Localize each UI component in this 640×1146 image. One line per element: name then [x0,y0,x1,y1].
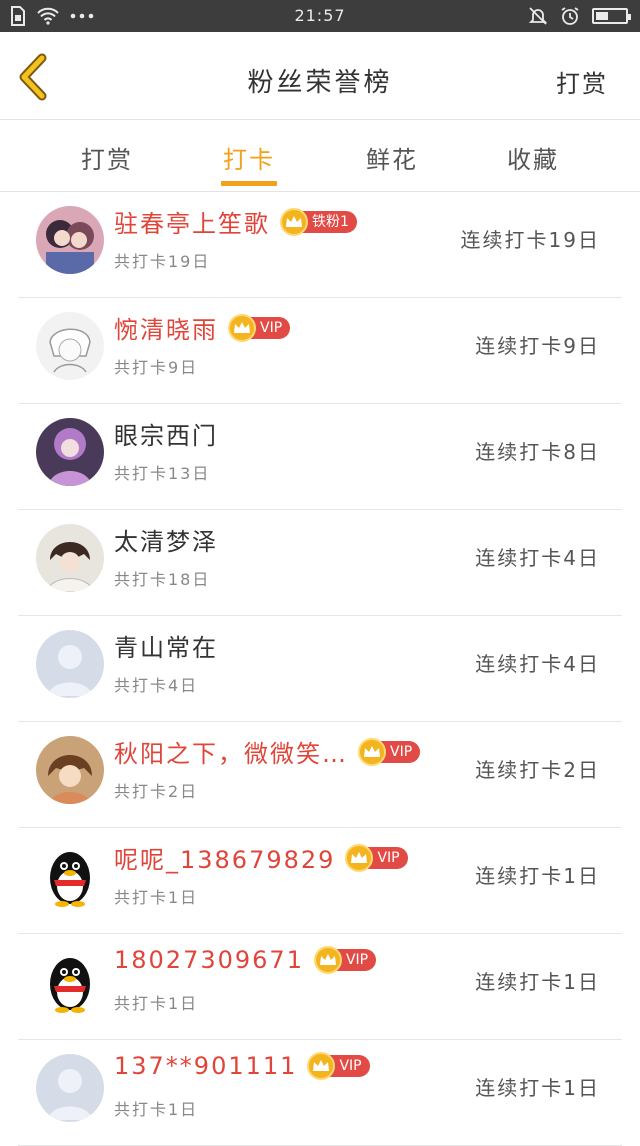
list-item[interactable]: 秋阳之下，微微笑… VIP 共打卡2日 连续打卡2日 [18,722,622,828]
vip-badge: VIP [307,1052,370,1080]
avatar[interactable] [36,948,104,1016]
user-name[interactable]: 18027309671 [114,946,304,974]
user-name[interactable]: 137**901111 [114,1052,297,1080]
page-title: 粉丝荣誉榜 [247,68,393,98]
alarm-icon [561,7,579,25]
tab-reward[interactable]: 打赏 [57,140,157,175]
tab-flowers[interactable]: 鲜花 [342,140,442,175]
vip-badge: VIP [228,313,291,342]
total-checkin-text: 共打卡4日 [114,676,199,695]
vip-badge: VIP [313,946,377,974]
penguin-icon [36,948,104,1016]
streak-text: 连续打卡1日 [475,1076,600,1100]
list-item[interactable]: 眼宗西门 共打卡13日 连续打卡8日 [18,404,622,510]
user-name[interactable]: 太清梦泽 [114,522,218,557]
name-line: 呢呢_138679829 VIP [114,840,408,875]
mute-bell-icon [528,7,548,25]
streak-text: 连续打卡8日 [475,440,600,464]
crown-icon [228,313,256,342]
battery-icon [592,8,631,24]
total-checkin-text: 共打卡1日 [114,994,199,1013]
total-checkin-text: 共打卡2日 [114,782,199,801]
name-line: 眼宗西门 [114,416,218,451]
total-checkin-text: 共打卡1日 [114,1100,199,1119]
streak-text: 连续打卡19日 [460,228,600,252]
avatar[interactable] [36,842,104,910]
streak-text: 连续打卡1日 [475,970,600,994]
crown-icon [280,207,308,236]
user-name[interactable]: 眼宗西门 [114,416,218,451]
user-name[interactable]: 青山常在 [114,628,218,663]
list-item[interactable]: 驻春亭上笙歌 铁粉1 共打卡19日 连续打卡19日 [18,192,622,298]
streak-text: 连续打卡9日 [475,334,600,358]
vip-badge: VIP [358,737,421,766]
reward-action-button[interactable]: 打赏 [556,64,608,99]
name-line: 驻春亭上笙歌 铁粉1 [114,204,357,239]
penguin-icon [36,842,104,910]
avatar[interactable] [36,418,104,486]
crown-icon [358,737,386,766]
total-checkin-text: 共打卡19日 [114,252,211,271]
name-line: 137**901111 VIP [114,1052,370,1080]
streak-text: 连续打卡1日 [475,864,600,888]
list-item[interactable]: 137**901111 VIP 共打卡1日 连续打卡1日 [18,1040,622,1146]
tab-bar: 打赏 打卡 鲜花 收藏 [0,120,640,192]
total-checkin-text: 共打卡13日 [114,464,211,483]
avatar[interactable] [36,312,104,380]
crown-icon [313,946,342,974]
list-item[interactable]: 青山常在 共打卡4日 连续打卡4日 [18,616,622,722]
active-tab-indicator [221,181,277,186]
fan-badge: 铁粉1 [280,207,357,236]
streak-text: 连续打卡2日 [475,758,600,782]
name-line: 惋清晓雨 VIP [114,310,291,345]
user-name[interactable]: 呢呢_138679829 [114,840,335,875]
name-line: 18027309671 VIP [114,946,377,974]
avatar[interactable] [36,1054,104,1122]
avatar[interactable] [36,736,104,804]
crown-icon [345,843,374,872]
avatar[interactable] [36,206,104,274]
avatar[interactable] [36,630,104,698]
status-right-icons [528,6,631,26]
list-item[interactable]: 太清梦泽 共打卡18日 连续打卡4日 [18,510,622,616]
tab-favorites[interactable]: 收藏 [483,140,583,175]
name-line: 青山常在 [114,628,218,663]
fan-list: 驻春亭上笙歌 铁粉1 共打卡19日 连续打卡19日 惋清晓雨 VIP 共打卡9日… [0,192,640,1146]
name-line: 秋阳之下，微微笑… VIP [114,734,421,769]
user-name[interactable]: 驻春亭上笙歌 [114,204,270,239]
total-checkin-text: 共打卡18日 [114,570,211,589]
list-item[interactable]: 18027309671 VIP 共打卡1日 连续打卡1日 [18,934,622,1040]
list-item[interactable]: 呢呢_138679829 VIP 共打卡1日 连续打卡1日 [18,828,622,934]
total-checkin-text: 共打卡9日 [114,358,199,377]
streak-text: 连续打卡4日 [475,652,600,676]
tab-checkin[interactable]: 打卡 [199,140,299,175]
avatar[interactable] [36,524,104,592]
list-item[interactable]: 惋清晓雨 VIP 共打卡9日 连续打卡9日 [18,298,622,404]
user-name[interactable]: 秋阳之下，微微笑… [114,734,348,769]
status-bar: 21:57 [0,0,640,32]
user-name[interactable]: 惋清晓雨 [114,310,218,345]
total-checkin-text: 共打卡1日 [114,888,199,907]
streak-text: 连续打卡4日 [475,546,600,570]
header-bar: 粉丝荣誉榜 打赏 [0,32,640,120]
name-line: 太清梦泽 [114,522,218,557]
vip-badge: VIP [345,843,408,872]
